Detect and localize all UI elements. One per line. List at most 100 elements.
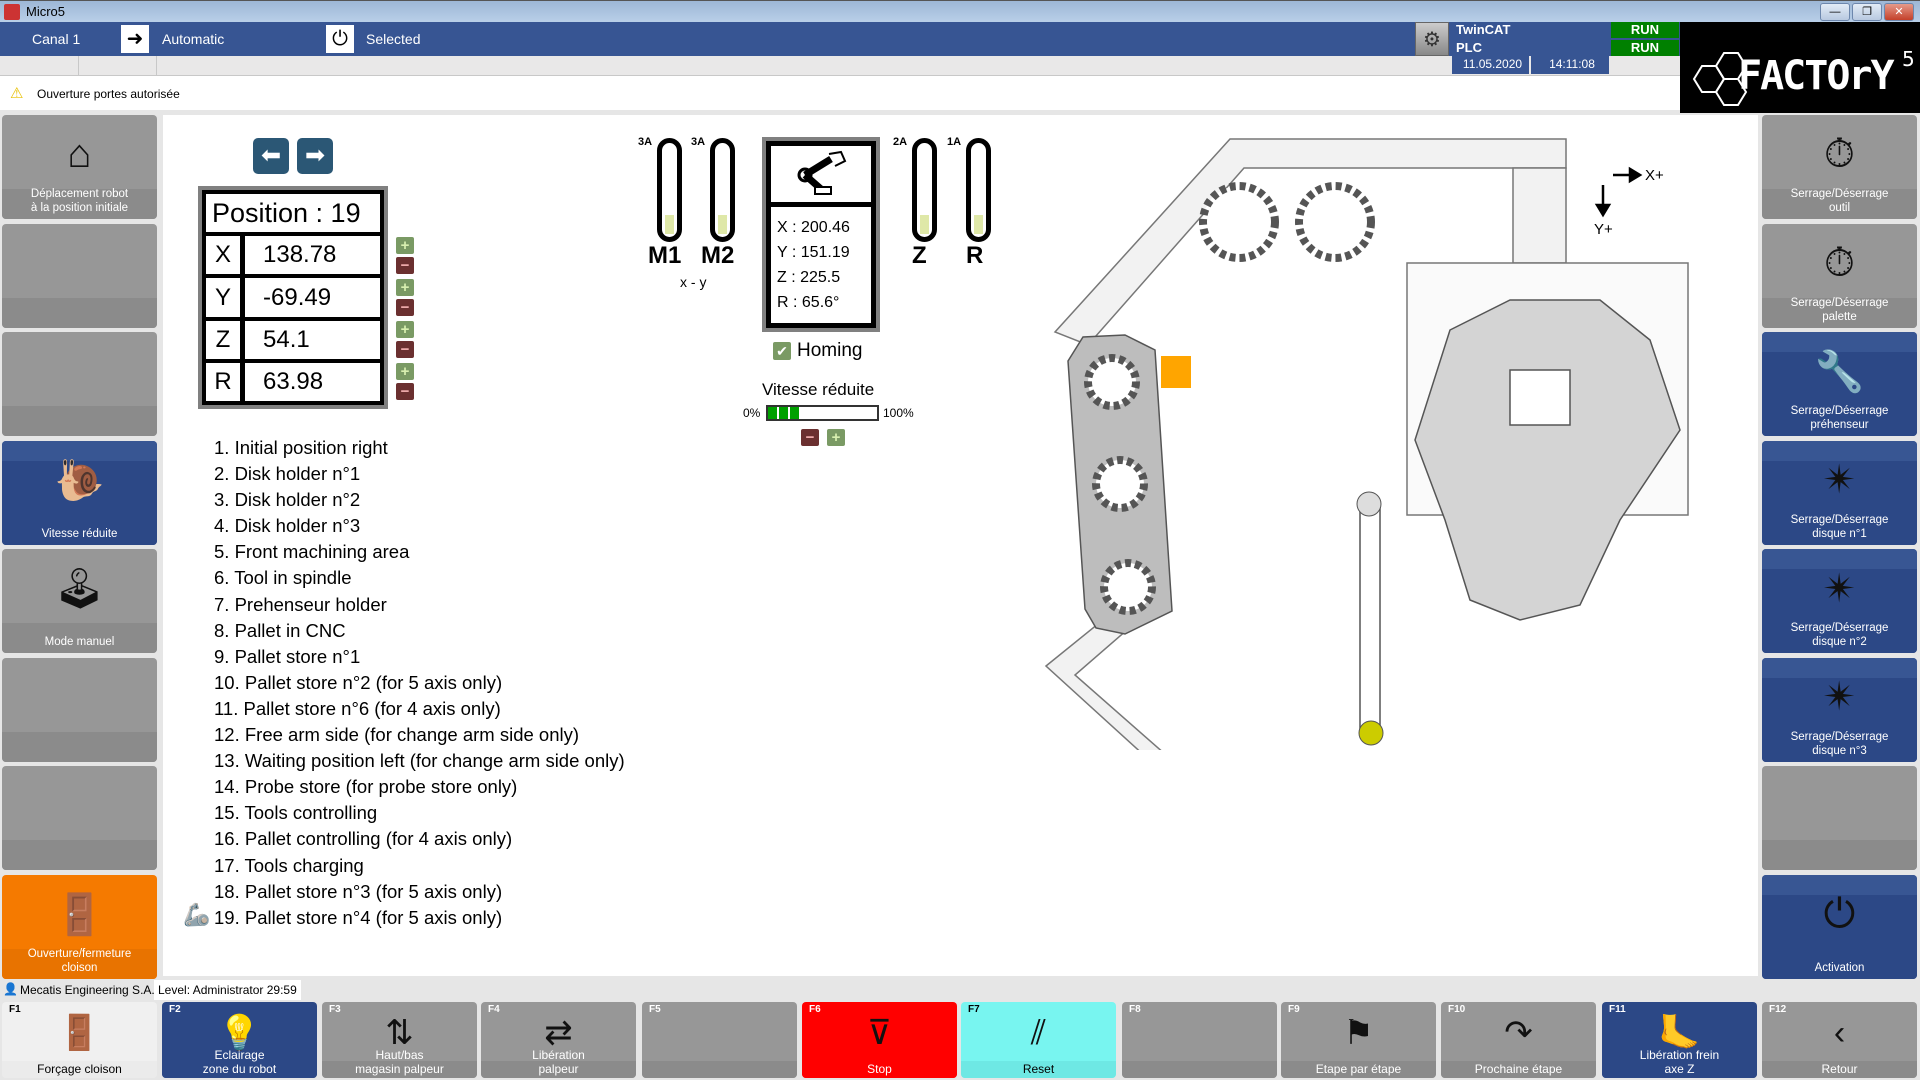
info-strip: 11.05.2020 14:11:08 <box>0 56 1680 76</box>
position-list-item[interactable]: 14. Probe store (for probe store only) <box>214 774 625 800</box>
fkey-caption: Reset <box>1022 1062 1055 1076</box>
position-list-item[interactable]: 17. Tools charging <box>214 853 625 879</box>
speed-decrease-button[interactable]: − <box>801 429 819 446</box>
robot-carriage-marker <box>1358 720 1384 746</box>
fkey-caption: Eclairage zone du robot <box>202 1048 277 1076</box>
next-position-button[interactable]: ➡ <box>297 138 333 174</box>
left_sidebar-button-8[interactable]: 🚪 Ouverture/fermeture cloison <box>2 874 157 979</box>
position-list-item[interactable]: 9. Pallet store n°1 <box>214 644 625 670</box>
position-list-item[interactable]: 16. Pallet controlling (for 4 axis only) <box>214 826 625 852</box>
fkey-f11-button[interactable]: F11 🦶 Libération frein axe Z <box>1602 1002 1757 1078</box>
position-list-item[interactable]: 8. Pallet in CNC <box>214 618 625 644</box>
position-list-item[interactable]: 19. Pallet store n°4 (for 5 axis only) <box>214 905 625 931</box>
fkey-f7-button[interactable]: F7 ⫽ Reset <box>961 1002 1116 1078</box>
button-label: Serrage/Déserrage disque n°2 <box>1790 622 1889 648</box>
user-level: Level: Administrator 29:59 <box>154 980 301 1000</box>
motor-name-label: R <box>966 242 984 269</box>
position-list-item[interactable]: 5. Front machining area <box>214 539 625 565</box>
fkey-f8-button[interactable]: F8 <box>1122 1002 1277 1078</box>
position-list-item[interactable]: 12. Free arm side (for change arm side o… <box>214 722 625 748</box>
fkey-caption: Etape par étape <box>1315 1062 1402 1076</box>
fkey-f5-button[interactable]: F5 <box>642 1002 797 1078</box>
fkey-f9-button[interactable]: F9 ⚑ Etape par étape <box>1281 1002 1436 1078</box>
y-decrement-button[interactable]: − <box>396 299 414 316</box>
speed-max-label: 100% <box>883 406 914 420</box>
fkey-f12-button[interactable]: F12 ‹ Retour <box>1762 1002 1917 1078</box>
machine-gear-icon[interactable]: ⚙ <box>1415 22 1449 56</box>
restore-button[interactable]: ❐ <box>1852 3 1882 21</box>
fkey-f1-button[interactable]: F1 🚪 Forçage cloison <box>2 1002 157 1078</box>
position-list-item[interactable]: 6. Tool in spindle <box>214 565 625 591</box>
position-list-item[interactable]: 13. Waiting position left (for change ar… <box>214 748 625 774</box>
position-list-item[interactable]: 7. Prehenseur holder <box>214 592 625 618</box>
right_sidebar-button-8[interactable]: ⏻ Activation <box>1762 874 1917 979</box>
right_sidebar-button-6[interactable]: ✴ Serrage/Déserrage disque n°3 <box>1762 657 1917 762</box>
x-increment-button[interactable]: + <box>396 237 414 254</box>
y-axis-label: Y+ <box>1594 221 1613 238</box>
factory5-logo: FACTOrY 5 <box>1680 22 1920 113</box>
left_sidebar-button-7[interactable] <box>2 766 157 870</box>
state-label[interactable]: Selected <box>366 31 420 47</box>
user-icon: 👤 <box>3 982 18 996</box>
fkey-f3-button[interactable]: F3 ⇅ Haut/bas magasin palpeur <box>322 1002 477 1078</box>
mode-label[interactable]: Automatic <box>162 31 224 47</box>
plc-status: RUN <box>1611 40 1679 56</box>
twincat-status: RUN <box>1611 22 1679 38</box>
plc-label: PLC <box>1452 40 1609 56</box>
robot-panel: X : 200.46 Y : 151.19 Z : 225.5 R : 65.6… <box>762 137 880 332</box>
axis-name-z: Z <box>206 320 240 359</box>
motor-current-label: 2A <box>893 136 908 148</box>
right_sidebar-button-3[interactable]: 🔧 Serrage/Déserrage préhenseur <box>1762 332 1917 436</box>
right_sidebar-button-1[interactable]: ⏱ Serrage/Déserrage outil <box>1762 115 1917 219</box>
button-label: Vitesse réduite <box>41 527 118 540</box>
position-list-item[interactable]: 11. Pallet store n°6 (for 4 axis only) <box>214 696 625 722</box>
motor-gauge-m1 <box>657 138 682 242</box>
z-increment-button[interactable]: + <box>396 321 414 338</box>
right_sidebar-button-4[interactable]: ✴ Serrage/Déserrage disque n°1 <box>1762 440 1917 545</box>
speed-increase-button[interactable]: + <box>827 429 845 446</box>
x-decrement-button[interactable]: − <box>396 257 414 274</box>
left_sidebar-button-6[interactable] <box>2 657 157 762</box>
left_sidebar-button-1[interactable]: ⌂ Déplacement robot à la position initial… <box>2 115 157 219</box>
r-decrement-button[interactable]: − <box>396 383 414 400</box>
robot-coord-z: Z : 225.5 <box>777 269 841 286</box>
left_sidebar-button-3[interactable] <box>2 332 157 436</box>
disk-1 <box>1084 354 1140 410</box>
position-list-item[interactable]: 18. Pallet store n°3 (for 5 axis only) <box>214 879 625 905</box>
right_sidebar-button-2[interactable]: ⏱ Serrage/Déserrage palette <box>1762 223 1917 328</box>
close-button[interactable]: ✕ <box>1884 3 1914 21</box>
machine-column <box>1512 167 1567 264</box>
fkey-f2-button[interactable]: F2 💡 Eclairage zone du robot <box>162 1002 317 1078</box>
position-list-item[interactable]: 3. Disk holder n°2 <box>214 487 625 513</box>
tool-clamp-timer-icon: ⏱ <box>1823 132 1856 176</box>
position-list-item[interactable]: 1. Initial position right <box>214 435 625 461</box>
axis-value-x: 138.78 <box>245 236 380 275</box>
minimize-button[interactable]: — <box>1820 3 1850 21</box>
r-increment-button[interactable]: + <box>396 363 414 380</box>
button-label: Déplacement robot à la position initiale <box>30 188 129 214</box>
left_sidebar-button-5[interactable]: 🕹 Mode manuel <box>2 549 157 653</box>
fkey-f10-button[interactable]: F10 ↷ Prochaine étape <box>1441 1002 1596 1078</box>
position-list-item[interactable]: 10. Pallet store n°2 (for 5 axis only) <box>214 670 625 696</box>
button-label: Serrage/Déserrage préhenseur <box>1790 405 1889 431</box>
fkey-f6-button[interactable]: F6 ⊽ Stop <box>802 1002 957 1078</box>
position-list-item[interactable]: 15. Tools controlling <box>214 800 625 826</box>
left_sidebar-button-2[interactable] <box>2 223 157 328</box>
y-increment-button[interactable]: + <box>396 279 414 296</box>
homing-checkbox[interactable]: ✔ <box>773 342 791 360</box>
z-decrement-button[interactable]: − <box>396 341 414 358</box>
target-position-marker <box>1161 356 1191 388</box>
right_sidebar-button-7[interactable] <box>1762 766 1917 870</box>
fkey-label: F10 <box>1448 1004 1466 1015</box>
button-band <box>2 406 157 436</box>
title-bar: Micro5 — ❐ ✕ <box>0 0 1920 22</box>
right_sidebar-button-5[interactable]: ✴ Serrage/Déserrage disque n°2 <box>1762 549 1917 653</box>
previous-position-button[interactable]: ⬅ <box>253 138 289 174</box>
svg-text:FACTOrY: FACTOrY <box>1738 53 1894 99</box>
robot-rail <box>1359 503 1381 734</box>
position-list-item[interactable]: 2. Disk holder n°1 <box>214 461 625 487</box>
fkey-f4-button[interactable]: F4 ⇄ Libération palpeur <box>481 1002 636 1078</box>
left_sidebar-button-4[interactable]: 🐌 Vitesse réduite <box>2 440 157 545</box>
position-list-item[interactable]: 4. Disk holder n°3 <box>214 513 625 539</box>
fkey-label: F11 <box>1609 1004 1626 1015</box>
